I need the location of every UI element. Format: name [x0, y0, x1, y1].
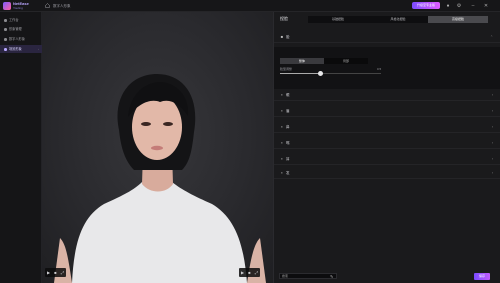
- sidebar-item-label: 场景形象: [9, 47, 22, 51]
- chevron-right-icon: ›: [491, 125, 493, 129]
- section-label: 耳: [286, 157, 290, 161]
- section-label: 眉: [286, 109, 290, 113]
- tab-advanced[interactable]: 高级捏脸: [428, 16, 488, 23]
- section-face[interactable]: ■ 脸 ⌃: [274, 32, 500, 43]
- avatar-render: [54, 74, 266, 283]
- section-ears[interactable]: ▪ 耳 ›: [274, 154, 500, 165]
- scene-icon: [4, 48, 7, 51]
- sidebar-item-label: 形象管理: [9, 27, 22, 31]
- brand-subtitle: Youling: [13, 5, 23, 10]
- search-input[interactable]: 搜索: [279, 273, 337, 279]
- sidebar-item-workbench[interactable]: 工作台: [0, 16, 42, 24]
- avatar-viewport[interactable]: ▶ ■ ⤢ ▶ ■ ⤢: [42, 12, 273, 283]
- fullscreen-button[interactable]: ⤢: [253, 268, 260, 277]
- panel-tabs: 基础捏脸 风格化捏脸 高级捏脸: [308, 16, 488, 23]
- segment-whole[interactable]: 整体: [280, 58, 324, 64]
- face-icon: ■: [280, 34, 284, 39]
- upgrade-button[interactable]: 升级至专业版: [412, 2, 440, 9]
- segment-control: 整体 局部: [280, 58, 368, 64]
- section-label: 鼻: [286, 125, 290, 129]
- save-button[interactable]: 保存: [474, 273, 490, 280]
- play-button[interactable]: ▶: [45, 268, 52, 277]
- breadcrumb[interactable]: 数字人形象: [53, 4, 71, 9]
- fullscreen-button[interactable]: ⤢: [59, 268, 66, 277]
- nose-icon: ▪: [281, 124, 283, 129]
- close-icon[interactable]: ✕: [483, 3, 489, 9]
- section-brows[interactable]: ▪ 眉 ›: [274, 106, 500, 117]
- hair-icon: ▪: [281, 170, 283, 175]
- chevron-right-icon: ›: [38, 47, 39, 51]
- face-edit-panel: 捏脸 基础捏脸 风格化捏脸 高级捏脸 ■ 脸 ⌃ 整体 局部 脸型调整 0.5 …: [273, 12, 500, 283]
- top-bar: NetEase Youling 数字人形象 升级至专业版 ● ⚙ – ✕: [0, 0, 500, 12]
- grid-icon: [4, 19, 7, 22]
- slider-fill: [280, 73, 321, 74]
- chevron-right-icon: ›: [491, 157, 493, 161]
- minimize-icon[interactable]: –: [470, 3, 476, 9]
- sidebar-item-avatar-manage[interactable]: 形象管理: [0, 25, 42, 33]
- section-eyes[interactable]: ▪ 眼 ›: [274, 90, 500, 101]
- home-icon[interactable]: [45, 3, 50, 8]
- section-label: 嘴: [286, 141, 290, 145]
- stop-button[interactable]: ■: [52, 268, 59, 277]
- slider-value: 0.5: [377, 67, 382, 71]
- section-label: 眼: [286, 93, 290, 97]
- chevron-up-icon: ⌃: [490, 35, 493, 39]
- slider-label: 脸型调整: [280, 67, 293, 71]
- chevron-right-icon: ›: [491, 141, 493, 145]
- section-label: 脸: [286, 35, 290, 39]
- tab-basic[interactable]: 基础捏脸: [308, 16, 368, 23]
- mouth-icon: ▪: [281, 140, 283, 145]
- segment-local[interactable]: 局部: [324, 58, 368, 64]
- section-mouth[interactable]: ▪ 嘴 ›: [274, 138, 500, 149]
- sidebar-item-label: 数字人形象: [9, 37, 25, 41]
- tab-stylized[interactable]: 风格化捏脸: [368, 16, 428, 23]
- face-slider[interactable]: [280, 71, 381, 76]
- section-label: 发: [286, 171, 290, 175]
- section-hair[interactable]: ▪ 发 ›: [274, 168, 500, 179]
- sidebar-item-label: 工作台: [9, 18, 19, 22]
- section-nose[interactable]: ▪ 鼻 ›: [274, 122, 500, 133]
- slider-handle[interactable]: [317, 71, 323, 76]
- edit-icon[interactable]: ✎: [330, 274, 333, 279]
- eye-icon: ▪: [281, 92, 283, 97]
- sidebar-item-scene[interactable]: 场景形象 ›: [0, 45, 42, 53]
- play-button[interactable]: ▶: [239, 268, 246, 277]
- ear-icon: ▪: [281, 156, 283, 161]
- viewport-right-controls: ▶ ■ ⤢: [239, 268, 260, 277]
- viewport-left-controls: ▶ ■ ⤢: [45, 268, 66, 277]
- sidebar: 工作台 形象管理 数字人形象 场景形象 ›: [0, 12, 42, 283]
- brow-icon: ▪: [281, 108, 283, 113]
- chevron-right-icon: ›: [491, 93, 493, 97]
- panel-title: 捏脸: [280, 16, 288, 21]
- sidebar-item-digital-human[interactable]: 数字人形象: [0, 35, 42, 43]
- bell-icon[interactable]: ●: [445, 3, 451, 9]
- settings-icon[interactable]: ⚙: [456, 3, 462, 9]
- user-icon: [4, 28, 7, 31]
- chevron-right-icon: ›: [491, 109, 493, 113]
- stop-button[interactable]: ■: [246, 268, 253, 277]
- chevron-right-icon: ›: [491, 171, 493, 175]
- app-logo: [3, 2, 11, 10]
- face-icon: [4, 38, 7, 41]
- section-face-content: 整体 局部 脸型调整 0.5: [274, 47, 500, 89]
